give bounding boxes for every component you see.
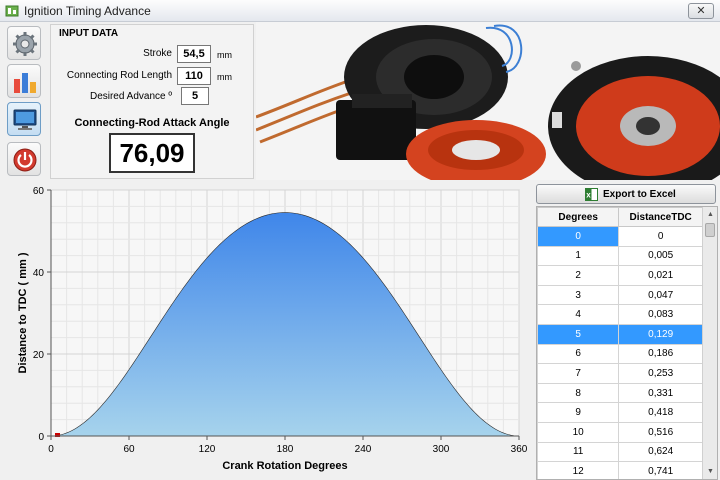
cell-degrees[interactable]: 11: [537, 441, 620, 463]
table-header-row: Degrees DistanceTDC: [537, 207, 703, 227]
cell-distance-tdc[interactable]: 0,418: [618, 402, 703, 423]
cell-degrees[interactable]: 3: [537, 284, 620, 306]
table-scrollbar[interactable]: ▲ ▼: [702, 207, 717, 479]
table-row[interactable]: 1 0,005: [537, 245, 703, 267]
bar-chart-icon: [14, 73, 36, 93]
stroke-label: Stroke: [143, 48, 172, 59]
x-tick-label: 60: [123, 444, 135, 455]
cell-degrees[interactable]: 0: [537, 226, 620, 247]
cell-degrees[interactable]: 1: [537, 245, 620, 267]
table-row[interactable]: 10 0,516: [537, 421, 703, 443]
table-row[interactable]: 9 0,418: [537, 402, 703, 423]
x-tick-label: 180: [277, 444, 294, 455]
app-icon: [5, 5, 19, 17]
chart-button[interactable]: [7, 64, 41, 98]
cell-degrees[interactable]: 4: [537, 304, 620, 325]
attack-angle-label: Connecting-Rod Attack Angle: [74, 117, 230, 129]
x-tick-label: 120: [199, 444, 216, 455]
x-tick-label: 0: [48, 444, 54, 455]
x-tick-label: 360: [511, 444, 528, 455]
advance-label: Desired Advance º: [89, 91, 172, 102]
scroll-thumb[interactable]: [705, 223, 715, 237]
cell-distance-tdc[interactable]: 0,047: [618, 284, 703, 306]
power-button[interactable]: [7, 142, 41, 176]
x-tick-label: 300: [433, 444, 450, 455]
cell-distance-tdc[interactable]: 0,186: [618, 343, 703, 365]
close-button[interactable]: ✕: [688, 3, 714, 19]
title-bar: Ignition Timing Advance ✕: [0, 0, 720, 22]
table-row[interactable]: 4 0,083: [537, 304, 703, 325]
distance-table[interactable]: Degrees DistanceTDC 0 0 1 0,005 2 0,021 3 0,047…: [536, 206, 718, 480]
rod-length-field[interactable]: 110: [177, 67, 211, 85]
chart-svg: 0 60 120 180 240 300 360 0 20 40 60 Crank Rotatio…: [17, 186, 528, 472]
y-tick-label: 60: [33, 186, 45, 197]
display-button[interactable]: [7, 102, 41, 136]
svg-text:x: x: [586, 191, 591, 200]
cell-distance-tdc[interactable]: 0,083: [618, 304, 703, 325]
cell-degrees[interactable]: 12: [537, 461, 620, 479]
y-tick-label: 0: [38, 432, 44, 443]
table-row[interactable]: 7 0,253: [537, 363, 703, 384]
cell-degrees[interactable]: 7: [537, 363, 620, 384]
scroll-down-arrow[interactable]: ▼: [703, 464, 717, 479]
export-label: Export to Excel: [603, 189, 676, 200]
rod-length-label: Connecting Rod Length: [66, 70, 172, 81]
window-title: Ignition Timing Advance: [24, 4, 151, 18]
monitor-icon: [13, 109, 37, 130]
power-icon: [13, 148, 37, 172]
cell-degrees[interactable]: 2: [537, 265, 620, 286]
cell-degrees[interactable]: 6: [537, 343, 620, 365]
cell-distance-tdc[interactable]: 0,624: [618, 441, 703, 463]
advance-field[interactable]: 5: [181, 87, 209, 105]
input-data-title: INPUT DATA: [59, 28, 119, 39]
stroke-field[interactable]: 54,5: [177, 45, 211, 63]
cell-distance-tdc[interactable]: 0: [618, 226, 703, 247]
cell-distance-tdc[interactable]: 0,129: [618, 323, 703, 345]
distance-chart: 0 60 120 180 240 300 360 0 20 40 60 Crank Rotatio…: [0, 182, 532, 480]
x-axis-label: Crank Rotation Degrees: [222, 460, 347, 472]
y-tick-label: 40: [33, 268, 45, 279]
cell-degrees[interactable]: 9: [537, 402, 620, 423]
cell-distance-tdc[interactable]: 0,331: [618, 382, 703, 404]
rod-length-unit: mm: [217, 72, 232, 82]
y-tick-label: 20: [33, 350, 45, 361]
stroke-unit: mm: [217, 50, 232, 60]
input-data-panel: INPUT DATA Stroke 54,5 mm Connecting Rod…: [50, 24, 254, 179]
cell-degrees[interactable]: 10: [537, 421, 620, 443]
settings-gear-icon: [13, 32, 37, 56]
x-tick-label: 240: [355, 444, 372, 455]
header-distance-tdc[interactable]: DistanceTDC: [618, 207, 703, 227]
table-row[interactable]: 2 0,021: [537, 265, 703, 286]
cell-distance-tdc[interactable]: 0,741: [618, 461, 703, 479]
ignition-parts-photo: [256, 22, 720, 180]
excel-icon: x: [585, 188, 598, 201]
table-row[interactable]: 11 0,624: [537, 441, 703, 463]
cell-distance-tdc[interactable]: 0,021: [618, 265, 703, 286]
attack-angle-value: 76,09: [109, 133, 195, 173]
table-row[interactable]: 6 0,186: [537, 343, 703, 365]
settings-button[interactable]: [7, 26, 41, 60]
table-row[interactable]: 5 0,129: [537, 323, 703, 345]
y-axis-label: Distance to TDC ( mm ): [17, 252, 29, 373]
table-row[interactable]: 12 0,741: [537, 461, 703, 479]
export-excel-button[interactable]: x Export to Excel: [536, 184, 716, 204]
header-degrees[interactable]: Degrees: [537, 207, 620, 227]
cell-distance-tdc[interactable]: 0,516: [618, 421, 703, 443]
table-row[interactable]: 8 0,331: [537, 382, 703, 404]
scroll-up-arrow[interactable]: ▲: [703, 207, 717, 222]
cell-degrees[interactable]: 5: [537, 323, 620, 345]
cell-degrees[interactable]: 8: [537, 382, 620, 404]
cell-distance-tdc[interactable]: 0,005: [618, 245, 703, 267]
table-row[interactable]: 00: [537, 226, 703, 247]
table-row[interactable]: 3 0,047: [537, 284, 703, 306]
cell-distance-tdc[interactable]: 0,253: [618, 363, 703, 384]
